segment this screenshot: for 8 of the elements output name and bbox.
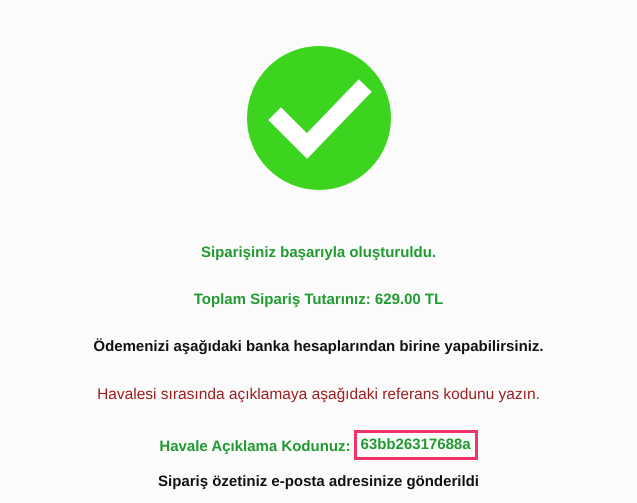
reference-label: Havale Açıklama Kodunuz: (159, 437, 351, 458)
status-message: Toplam Sipariş Tutarınız: 629.00 TL (194, 290, 444, 310)
success-check-icon (246, 46, 390, 190)
status-message: Siparişiniz başarıyla oluşturuldu. (200, 243, 436, 263)
info-message: Sipariş özetiniz e-posta adresinize gönderildi (158, 472, 479, 492)
warning-message: Havalesi sırasında açıklamaya aşağıdaki referans kodunu yazın. (97, 385, 540, 405)
reference-code: 63bb26317688a (354, 430, 478, 460)
info-message: Ödemenizi aşağıdaki banka hesaplarından birine yapabilirsiniz. (93, 337, 544, 357)
